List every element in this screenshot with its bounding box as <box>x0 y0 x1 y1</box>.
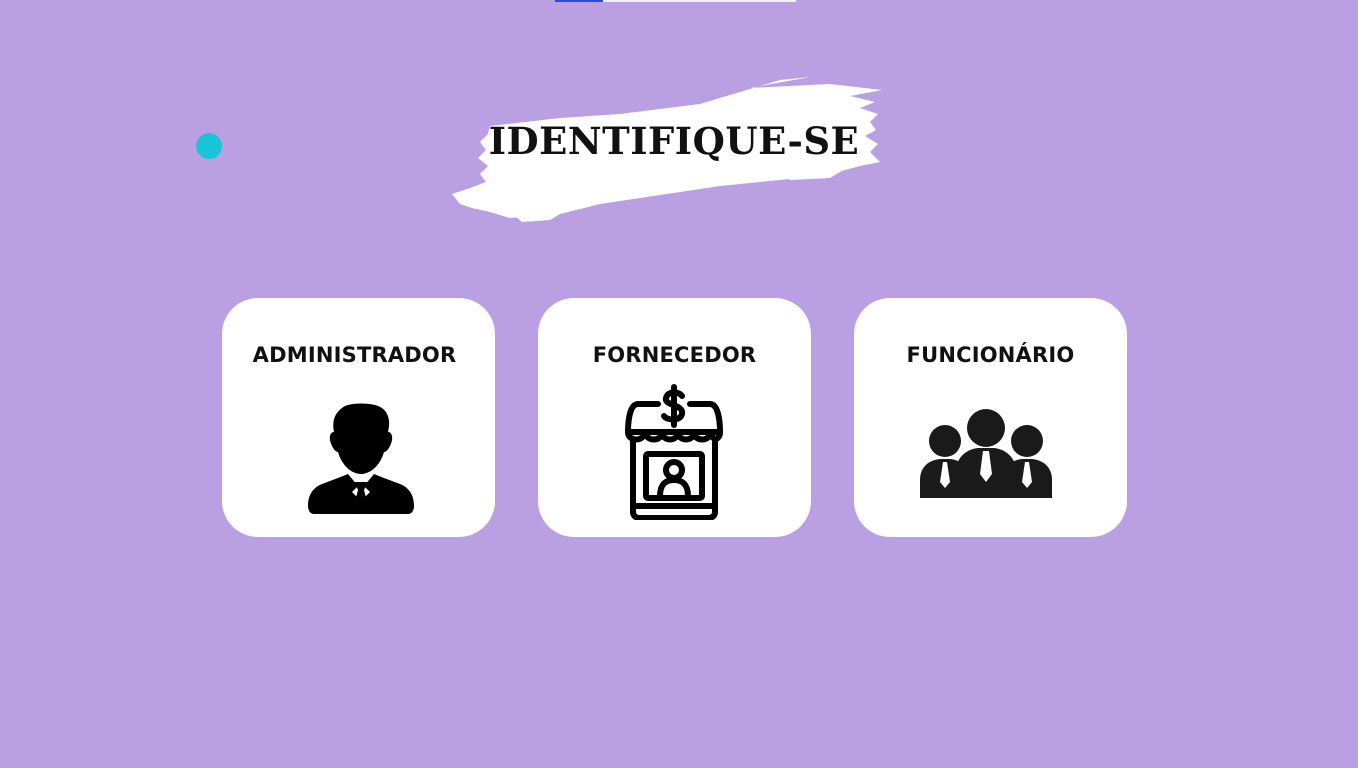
card-label-administrador: ADMINISTRADOR <box>252 343 457 367</box>
vendor-stall-icon <box>625 384 723 520</box>
accent-dot <box>196 133 222 159</box>
card-label-funcionario: FUNCIONÁRIO <box>906 343 1075 367</box>
top-progress-bar <box>555 0 796 2</box>
card-administrador[interactable]: ADMINISTRADOR <box>222 298 495 537</box>
card-funcionario[interactable]: FUNCIONÁRIO <box>854 298 1127 537</box>
businessman-icon <box>308 403 414 514</box>
card-fornecedor[interactable]: FORNECEDOR <box>538 298 811 537</box>
card-label-fornecedor: FORNECEDOR <box>592 343 757 367</box>
top-progress-segment <box>603 0 796 2</box>
employees-group-icon <box>920 409 1052 498</box>
page-title: IDENTIFIQUE-SE <box>488 119 860 163</box>
top-progress-segment-active <box>555 0 603 2</box>
